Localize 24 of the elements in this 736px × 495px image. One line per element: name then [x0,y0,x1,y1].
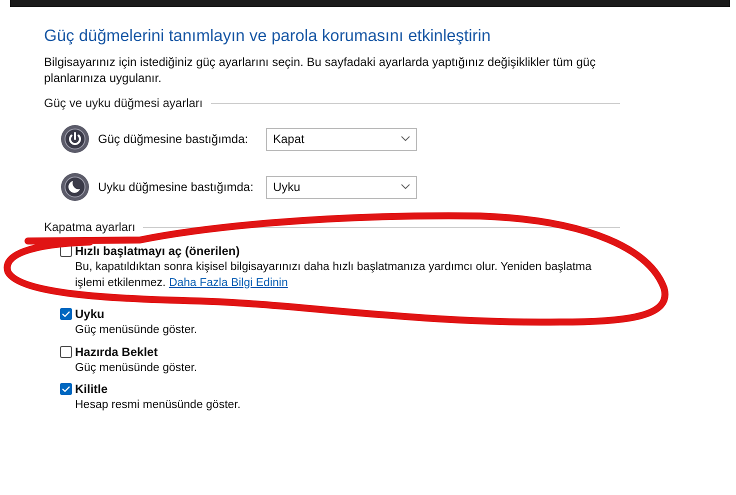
power-icon [60,124,90,154]
option-description: Güç menüsünde göster. [75,360,198,376]
checkbox[interactable] [60,383,72,395]
learn-more-link[interactable]: Daha Fazla Bilgi Edinin [168,276,288,288]
chevron-icon [401,136,410,142]
moon-icon [60,172,90,202]
option-label: Hazırda Beklet [75,344,158,358]
setting-label: Güç düğmesine bastığımda: [98,132,250,146]
action-dropdown[interactable]: Uyku [266,176,417,198]
page-description: Bilgisayarınız için istediğiniz güç ayarlarını seçin. Bu sayfadaki ayarlarda yaptığınız değişiklikler tüm güç planlarınıza uygulanır. [44,55,597,86]
option-description: Hesap resmi menüsünde göster. [75,398,242,413]
action-dropdown[interactable]: Kapat [266,128,417,150]
section-heading: Kapatma ayarları [44,220,136,234]
checkbox[interactable] [60,346,72,358]
option-label: Hızlı başlatmayı aç (önerilen) [75,244,240,258]
chevron-icon [401,184,410,190]
option-description: Güç menüsünde göster. [75,323,198,338]
section-heading: Güç ve uyku düğmesi ayarları [44,96,203,110]
option-label: Kilitle [75,382,108,396]
page-title: Güç düğmelerini tanımlayın ve parola korumasını etkinleştirin [44,27,492,46]
option-description: Bu, kapatıldıktan sonra kişisel bilgisayarınızı daha hızlı başlatmanıza yardımcı olur. Yeniden başlatma işlemi etkilenmez. Daha Fazla Bilgi Edinin [75,260,593,290]
setting-label: Uyku düğmesine bastığımda: [98,180,254,194]
option-label: Uyku [75,307,104,321]
checkbox[interactable] [60,308,72,320]
